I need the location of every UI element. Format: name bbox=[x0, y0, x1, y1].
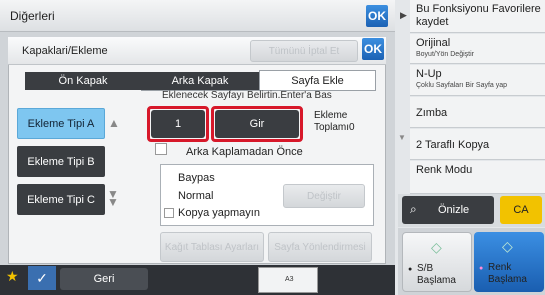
top-ok-button[interactable]: OK bbox=[366, 5, 388, 27]
original-sub: Boyut/Yön Değiştir bbox=[416, 51, 474, 58]
dialog-title: Kapaklari/Ekleme bbox=[22, 45, 108, 57]
color-start-line2: Başlama bbox=[488, 274, 527, 285]
dialog-ok-button[interactable]: OK bbox=[362, 38, 384, 60]
change-paper-button[interactable]: Değiştir bbox=[283, 184, 365, 208]
page-number-field[interactable]: 1 bbox=[151, 110, 205, 138]
favorites-item[interactable]: Bu Fonksiyonu Favorilere kaydet bbox=[410, 0, 545, 33]
scroll-up-icon[interactable]: ▲ bbox=[108, 116, 120, 130]
before-back-cover-label: Arka Kaplamadan Önce bbox=[186, 146, 303, 158]
paper-size-label: A3 bbox=[285, 276, 294, 283]
total-label-text: Ekleme Toplamı bbox=[314, 110, 350, 133]
bw-start-line1: S/B bbox=[417, 263, 434, 274]
preview-label: Önizle bbox=[438, 204, 470, 216]
clear-all-button[interactable]: CA bbox=[500, 196, 542, 224]
n-up-label: N-Up bbox=[416, 68, 442, 80]
before-back-cover-checkbox[interactable] bbox=[155, 143, 167, 155]
total-value: 0 bbox=[349, 122, 355, 133]
color-start-button[interactable]: ◇ ● Renk Başlama bbox=[474, 232, 544, 292]
tab-back-cover[interactable]: Arka Kapak bbox=[141, 72, 259, 90]
start-diamond-icon: ◇ bbox=[431, 239, 442, 255]
favorites-marker: ▶ bbox=[398, 0, 410, 30]
top-bar: Diğerleri OK bbox=[0, 0, 395, 32]
staple-item[interactable]: Zımba bbox=[410, 97, 545, 128]
color-mode-label: Renk Modu bbox=[416, 164, 473, 176]
bw-start-button[interactable]: ◇ ● S/B Başlama bbox=[402, 232, 472, 292]
play-icon: ▶ bbox=[400, 10, 407, 20]
enter-button[interactable]: Gir bbox=[215, 110, 299, 138]
tray-settings-button[interactable]: Kağıt Tablası Ayarları bbox=[160, 232, 264, 262]
n-up-item[interactable]: N-Up Çoklu Sayfaları Bir Sayfa yap bbox=[410, 65, 545, 96]
no-copy-label: Kopya yapmayın bbox=[178, 207, 260, 219]
star-icon[interactable]: ★ bbox=[6, 268, 19, 285]
scroll-down-icon[interactable]: ▼ ▼ bbox=[107, 188, 119, 208]
magnifier-icon: ⌕ bbox=[410, 202, 417, 216]
cancel-all-button[interactable]: Tümünü İptal Et bbox=[250, 40, 358, 62]
duplex-copy-label: 2 Taraflı Kopya bbox=[416, 139, 490, 151]
bw-dot-icon: ● bbox=[408, 266, 413, 273]
insert-type-c-button[interactable]: Ekleme Tipi C bbox=[17, 184, 105, 215]
original-label: Orijinal bbox=[416, 37, 451, 49]
color-dot-icon: ● bbox=[479, 265, 484, 272]
total-inserts-label: Ekleme Toplamı0 bbox=[314, 110, 366, 134]
color-start-line1: Renk bbox=[488, 262, 512, 273]
instruction-text: Eklenecek Sayfayı Belirtin.Enter'a Bas bbox=[162, 90, 332, 101]
duplex-copy-item[interactable]: 2 Taraflı Kopya bbox=[410, 129, 545, 160]
tab-front-cover[interactable]: Ön Kapak bbox=[25, 72, 141, 90]
paper-tray-label: Baypas bbox=[178, 172, 215, 184]
insert-type-b-button[interactable]: Ekleme Tipi B bbox=[17, 146, 105, 177]
dialog-header: Kapaklari/Ekleme Tümünü İptal Et bbox=[8, 37, 386, 65]
color-mode-item[interactable]: Renk Modu bbox=[410, 161, 545, 194]
no-copy-checkbox[interactable] bbox=[164, 208, 174, 218]
insert-type-a-button[interactable]: Ekleme Tipi A bbox=[17, 108, 105, 139]
paper-type-label: Normal bbox=[178, 190, 214, 202]
check-icon[interactable]: ✓ bbox=[28, 266, 56, 290]
n-up-sub: Çoklu Sayfaları Bir Sayfa yap bbox=[416, 82, 508, 89]
original-item[interactable]: Orijinal Boyut/Yön Değiştir bbox=[410, 34, 545, 64]
staple-label: Zımba bbox=[416, 107, 448, 119]
bw-start-line2: Başlama bbox=[417, 275, 456, 286]
page-orientation-button[interactable]: Sayfa Yönlendirmesi bbox=[268, 232, 372, 262]
favorites-label: Bu Fonksiyonu Favorilere kaydet bbox=[416, 3, 541, 28]
back-button[interactable]: Geri bbox=[60, 268, 148, 290]
tab-insert-page[interactable]: Sayfa Ekle bbox=[259, 70, 376, 90]
start-diamond-color-icon: ◇ bbox=[502, 238, 513, 254]
scroll-down-small-icon[interactable]: ▼ bbox=[398, 133, 406, 142]
paper-tray-indicator: A3 bbox=[258, 267, 318, 293]
preview-button[interactable]: ⌕ Önizle bbox=[402, 196, 494, 224]
screen-title: Diğerleri bbox=[10, 9, 55, 23]
